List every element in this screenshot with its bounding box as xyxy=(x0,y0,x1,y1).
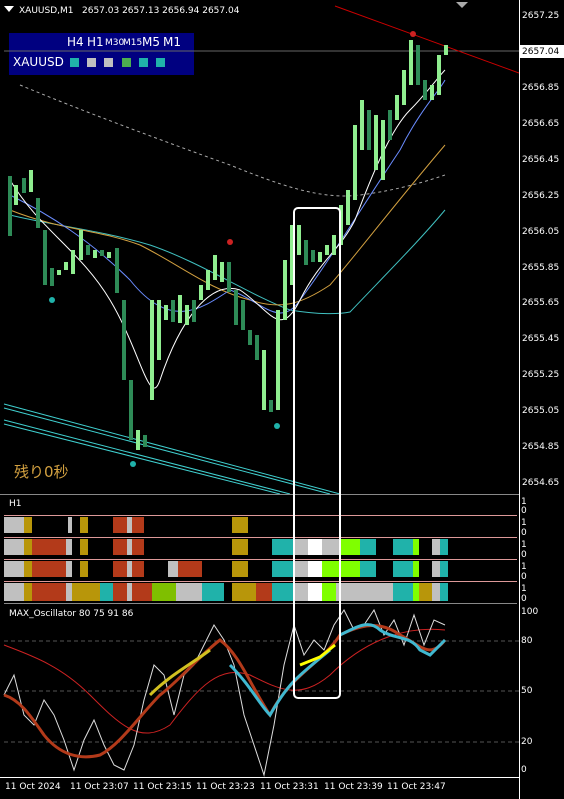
h1-axis-label: 0 xyxy=(521,528,527,538)
h1-axis-label: 0 xyxy=(521,506,527,516)
price-chart[interactable] xyxy=(0,0,519,494)
price-tick: 2655.25 xyxy=(522,370,560,380)
price-tick: 2656.65 xyxy=(522,119,560,129)
price-tick: 2656.45 xyxy=(522,155,560,165)
price-tick: 2656.25 xyxy=(522,191,560,201)
h1-axis-label: 1 xyxy=(521,540,527,550)
price-tick: 2655.85 xyxy=(522,263,560,273)
countdown-label: 残り0秒 xyxy=(14,463,69,481)
price-tick: 2655.45 xyxy=(522,334,560,344)
price-tick: 2654.85 xyxy=(522,442,560,452)
time-label: 11 Oct 23:15 xyxy=(133,782,192,792)
highlight-box[interactable] xyxy=(293,207,341,699)
h1-axis-label: 1 xyxy=(521,584,527,594)
h1-axis-label: 0 xyxy=(521,550,527,560)
time-label: 11 Oct 23:31 xyxy=(260,782,319,792)
candles xyxy=(8,40,448,450)
h1-axis-label: 0 xyxy=(521,572,527,582)
price-tick: 2656.85 xyxy=(522,83,560,93)
h1-axis-label: 1 xyxy=(521,518,527,528)
time-axis[interactable]: 11 Oct 2024 11 Oct 23:07 11 Oct 23:15 11… xyxy=(0,778,519,799)
osc-axis-label: 100 xyxy=(521,607,539,617)
time-label: 11 Oct 23:39 xyxy=(324,782,383,792)
price-tick: 2654.65 xyxy=(522,478,560,488)
time-label: 11 Oct 2024 xyxy=(5,782,61,792)
panel-separator[interactable] xyxy=(0,494,519,495)
time-label: 11 Oct 23:07 xyxy=(70,782,129,792)
price-tick: 2655.05 xyxy=(522,406,560,416)
oscillator-chart[interactable] xyxy=(0,605,519,778)
h1-axis-label: 0 xyxy=(521,594,527,604)
time-label: 11 Oct 23:23 xyxy=(196,782,255,792)
time-label: 11 Oct 23:47 xyxy=(387,782,446,792)
osc-axis-label: 20 xyxy=(521,737,533,747)
price-tick: 2656.05 xyxy=(522,227,560,237)
mtf-rows xyxy=(0,515,519,605)
current-price-label: 2657.04 xyxy=(522,47,560,57)
h1-axis-label: 1 xyxy=(521,562,527,572)
osc-axis-label: 0 xyxy=(521,765,527,775)
osc-axis-label: 50 xyxy=(521,686,533,696)
osc-axis-label: 80 xyxy=(521,636,533,646)
h1-panel-title: H1 xyxy=(9,499,22,509)
price-tick: 2657.25 xyxy=(522,11,560,21)
price-tick: 2655.65 xyxy=(522,298,560,308)
